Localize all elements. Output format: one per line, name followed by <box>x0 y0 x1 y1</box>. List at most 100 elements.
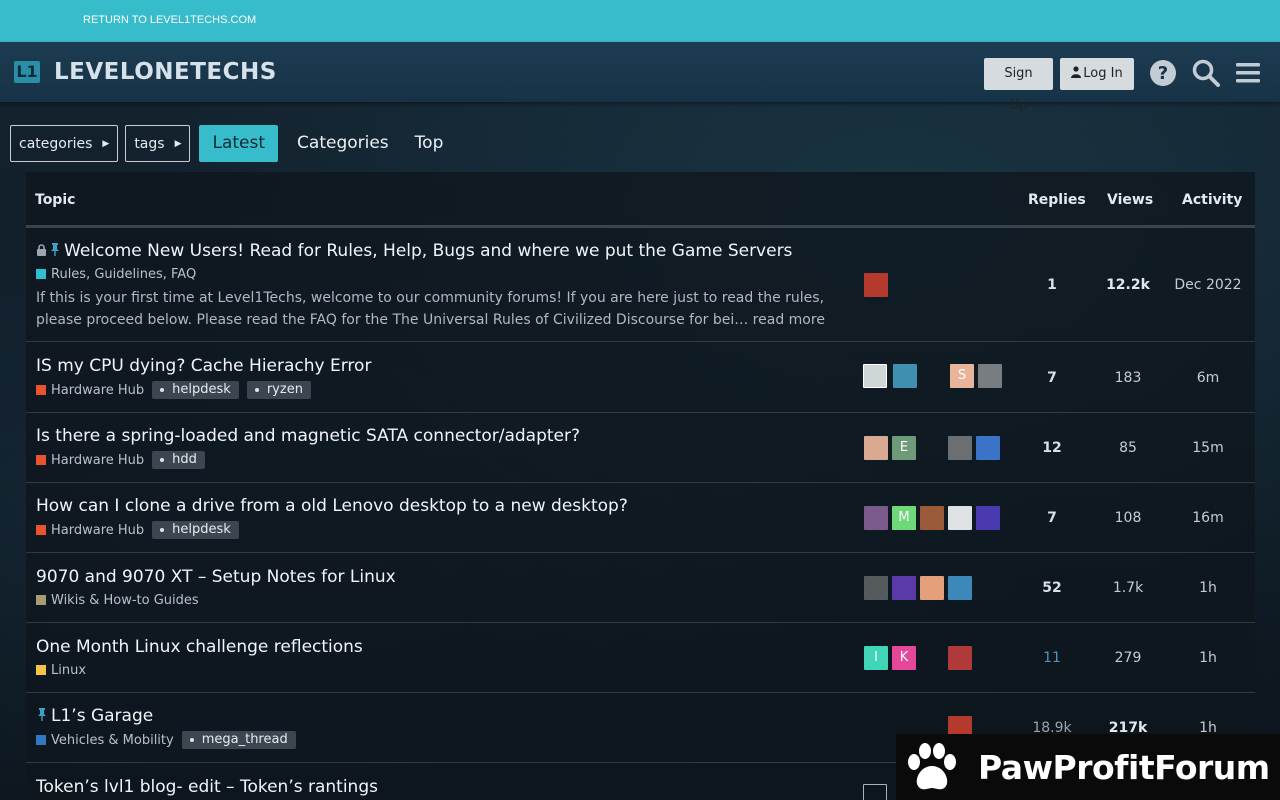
topic-title[interactable]: IS my CPU dying? Cache Hierachy Error <box>36 356 371 376</box>
topic-list-header: Topic Replies Views Activity <box>26 172 1255 228</box>
category-link[interactable]: Wikis & How-to Guides <box>51 593 199 608</box>
activity-time[interactable]: 1h <box>1173 650 1243 666</box>
avatar[interactable]: I <box>864 646 888 670</box>
avatar[interactable] <box>976 506 1000 530</box>
topic-title[interactable]: One Month Linux challenge reflections <box>36 637 363 657</box>
category-link[interactable]: Linux <box>51 663 86 678</box>
avatar[interactable] <box>948 576 972 600</box>
avatar[interactable] <box>978 364 1002 388</box>
activity-time[interactable]: Dec 2022 <box>1163 277 1253 293</box>
activity-time[interactable]: 6m <box>1173 370 1243 386</box>
tag[interactable]: mega_thread <box>181 731 296 749</box>
replies-count[interactable]: 1 <box>1017 277 1087 293</box>
avatar[interactable] <box>864 436 888 460</box>
avatar[interactable] <box>893 364 917 388</box>
category-color-square <box>36 455 46 465</box>
topic-title[interactable]: 9070 and 9070 XT – Setup Notes for Linux <box>36 567 396 587</box>
avatar[interactable] <box>920 576 944 600</box>
nav-top[interactable]: Top <box>402 125 457 162</box>
tag-label: mega_thread <box>201 732 288 747</box>
category-color-square <box>36 595 46 605</box>
avatar[interactable] <box>863 784 887 800</box>
tag-dot-icon <box>160 457 165 462</box>
avatar[interactable] <box>863 364 887 388</box>
avatar[interactable]: S <box>950 364 974 388</box>
categories-dropdown[interactable]: categories ▶ <box>10 125 119 162</box>
topic-title-text: L1’s Garage <box>51 706 154 726</box>
avatar[interactable] <box>864 273 888 297</box>
tags-dropdown[interactable]: tags ▶ <box>125 125 191 162</box>
category-color-square <box>36 665 46 675</box>
tag[interactable]: hdd <box>152 451 205 469</box>
table-row: How can I clone a drive from a old Lenov… <box>26 483 1255 553</box>
watermark-banner: PawProfitForum <box>896 734 1280 800</box>
avatar[interactable] <box>864 576 888 600</box>
avatar[interactable] <box>948 506 972 530</box>
category-link[interactable]: Rules, Guidelines, FAQ <box>51 267 196 282</box>
user-icon <box>1071 66 1082 78</box>
topic-title[interactable]: How can I clone a drive from a old Lenov… <box>36 496 628 516</box>
signup-button[interactable]: Sign Up <box>984 58 1053 113</box>
avatar[interactable] <box>920 506 944 530</box>
topic-title[interactable]: L1’s Garage <box>36 706 153 726</box>
topic-title[interactable]: Is there a spring-loaded and magnetic SA… <box>36 426 580 446</box>
header-views[interactable]: Views <box>1107 192 1153 208</box>
replies-count[interactable]: 7 <box>1017 510 1087 526</box>
hamburger-icon[interactable] <box>1234 58 1264 88</box>
activity-time[interactable]: 1h <box>1173 580 1243 596</box>
category-color-square <box>36 269 46 279</box>
avatar[interactable]: M <box>892 506 916 530</box>
avatar[interactable] <box>948 436 972 460</box>
category-color-square <box>36 525 46 535</box>
caret-right-icon: ▶ <box>102 138 110 149</box>
category-link[interactable]: Hardware Hub <box>51 383 144 398</box>
search-icon[interactable] <box>1191 58 1221 88</box>
topic-meta: Vehicles & Mobility mega_thread <box>36 730 296 750</box>
activity-time[interactable]: 16m <box>1173 510 1243 526</box>
avatar[interactable]: E <box>892 436 916 460</box>
tag[interactable]: helpdesk <box>152 381 239 399</box>
replies-count[interactable]: 11 <box>1017 650 1087 666</box>
help-icon[interactable]: ? <box>1148 58 1178 88</box>
avatar[interactable] <box>864 506 888 530</box>
category-link[interactable]: Hardware Hub <box>51 453 144 468</box>
watermark-text: PawProfitForum <box>978 747 1270 787</box>
header-replies[interactable]: Replies <box>1028 192 1086 208</box>
tag[interactable]: helpdesk <box>152 521 239 539</box>
avatar[interactable] <box>948 646 972 670</box>
topic-excerpt: If this is your first time at Level1Tech… <box>36 290 825 328</box>
table-row: One Month Linux challenge reflections Li… <box>26 623 1255 693</box>
nav-categories[interactable]: Categories <box>284 125 402 162</box>
topic-meta: Linux <box>36 660 86 680</box>
topic-title[interactable]: Token’s lvl1 blog- edit – Token’s rantin… <box>36 777 378 797</box>
avatar[interactable]: K <box>892 646 916 670</box>
replies-count[interactable]: 7 <box>1017 370 1087 386</box>
activity-time[interactable]: 15m <box>1173 440 1243 456</box>
avatar[interactable] <box>976 436 1000 460</box>
views-count: 183 <box>1114 370 1142 386</box>
tag-dot-icon <box>254 387 259 392</box>
header-activity[interactable]: Activity <box>1182 192 1242 208</box>
avatar[interactable] <box>892 576 916 600</box>
replies-count[interactable]: 12 <box>1017 440 1087 456</box>
category-color-square <box>36 735 46 745</box>
topic-title[interactable]: Welcome New Users! Read for Rules, Help,… <box>36 241 792 261</box>
return-link[interactable]: RETURN TO LEVEL1TECHS.COM <box>83 14 256 26</box>
table-row: Is there a spring-loaded and magnetic SA… <box>26 413 1255 483</box>
tag[interactable]: ryzen <box>246 381 311 399</box>
login-label: Log In <box>1083 66 1123 81</box>
header-topic[interactable]: Topic <box>35 192 75 208</box>
category-link[interactable]: Hardware Hub <box>51 523 144 538</box>
nav-latest[interactable]: Latest <box>199 125 279 162</box>
views-count: 12.2k <box>1106 277 1150 293</box>
category-link[interactable]: Vehicles & Mobility <box>51 733 174 748</box>
logo[interactable]: L1 LEVELONETECHS <box>14 58 277 86</box>
table-row: Welcome New Users! Read for Rules, Help,… <box>26 231 1255 342</box>
site-header: L1 LEVELONETECHS Sign Up Log In ? <box>0 42 1280 113</box>
login-button[interactable]: Log In <box>1060 58 1134 90</box>
tag-label: helpdesk <box>172 382 231 397</box>
paw-icon <box>908 743 956 790</box>
replies-count[interactable]: 52 <box>1017 580 1087 596</box>
topic-meta: Hardware Hub helpdesk ryzen <box>36 380 311 400</box>
views-count: 108 <box>1114 510 1142 526</box>
